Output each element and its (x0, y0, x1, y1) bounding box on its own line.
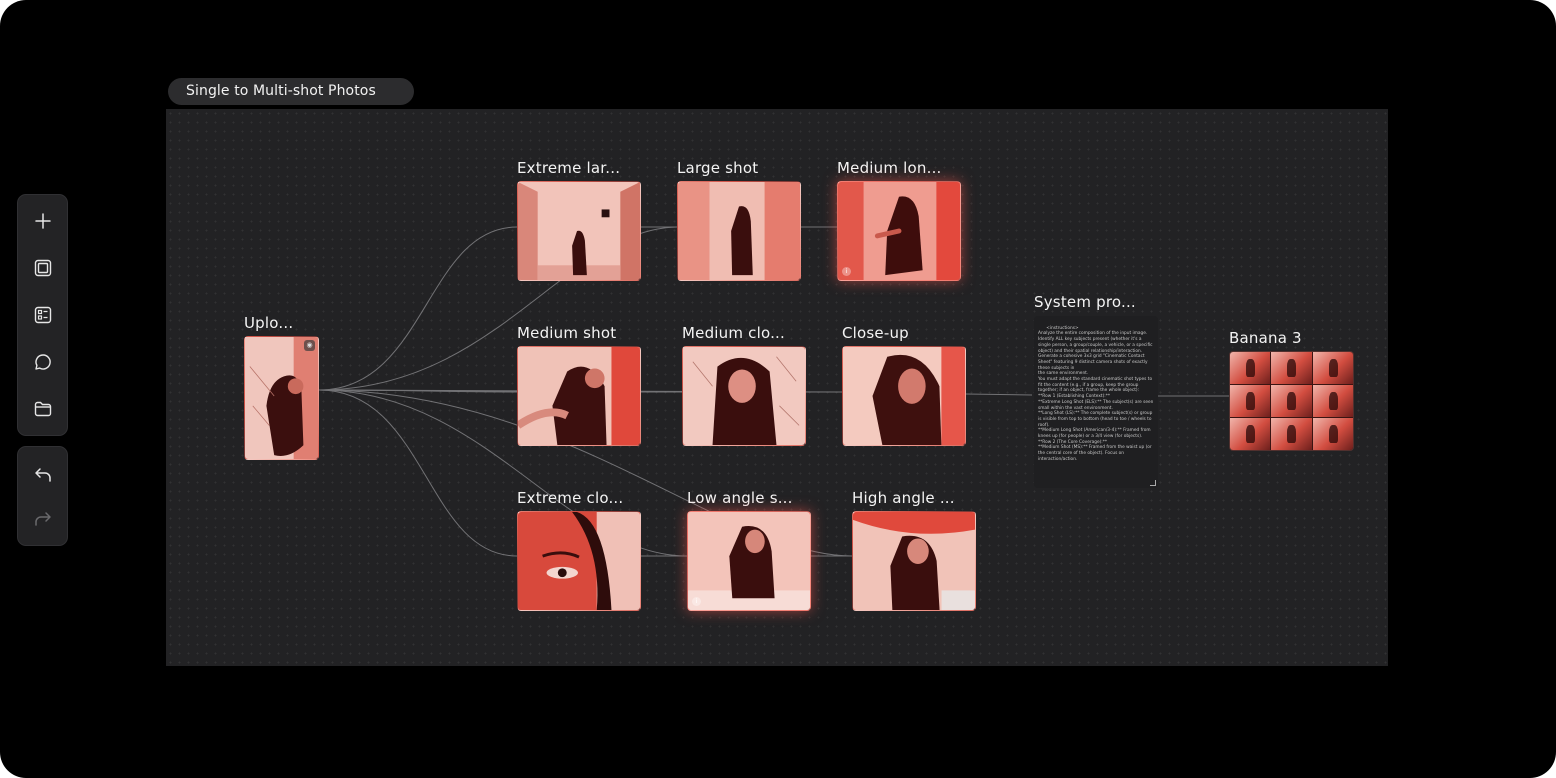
workflow-canvas[interactable]: Uplo... ◉ Extreme lar... Large shot Medi… (166, 109, 1388, 666)
node-toolbar (17, 194, 68, 436)
add-node-button[interactable] (30, 208, 56, 234)
undo-icon (35, 468, 51, 482)
photo-close-up (843, 347, 965, 445)
edge-close-up-system (965, 393, 1033, 396)
node-label-system-prompt: System pro... (1034, 293, 1136, 311)
medium-close-image[interactable] (682, 346, 806, 446)
contact-sheet-cell (1271, 385, 1312, 417)
node-label-medium-shot: Medium shot (517, 324, 617, 342)
photo-extreme-close (518, 512, 640, 610)
node-label-close-up: Close-up (842, 324, 909, 342)
extreme-large-image[interactable] (517, 181, 641, 281)
app-frame: Single to Multi-shot Photos Uplo... ◉ Ex… (0, 0, 1556, 778)
close-up-image[interactable] (842, 346, 966, 446)
comment-button[interactable] (30, 349, 56, 375)
node-label-output: Banana 3 (1229, 329, 1302, 347)
photo-medium-close (683, 347, 805, 445)
workflow-title[interactable]: Single to Multi-shot Photos (168, 78, 414, 105)
medium-long-image[interactable]: i (837, 181, 961, 281)
node-label-high-angle: High angle ... (852, 489, 955, 507)
history-toolbar (17, 446, 68, 546)
node-label-medium-close: Medium clo... (682, 324, 785, 342)
undo-button[interactable] (30, 462, 56, 488)
contact-sheet-cell (1312, 418, 1353, 450)
photo-medium-long (838, 182, 960, 280)
node-label-low-angle: Low angle s... (687, 489, 793, 507)
photo-low-angle (688, 512, 810, 610)
contact-sheet-cell (1230, 385, 1271, 417)
redo-icon (35, 512, 51, 526)
edge-upload-extreme-large (318, 226, 518, 391)
folder-icon (34, 401, 52, 417)
system-prompt-text[interactable]: <instructions> Analyze the entire compos… (1034, 316, 1158, 488)
large-shot-image[interactable] (677, 181, 801, 281)
photo-portrait (245, 337, 318, 459)
contact-sheet-cell (1312, 352, 1353, 384)
chat-bubble-icon (35, 354, 51, 370)
photo-high-angle (853, 512, 975, 610)
output-contact-sheet[interactable] (1229, 351, 1354, 451)
plus-icon (35, 213, 51, 229)
low-angle-image[interactable]: i (687, 511, 811, 611)
info-icon: i (692, 597, 701, 606)
contact-sheet-cell (1230, 418, 1271, 450)
medium-shot-image[interactable] (517, 346, 641, 446)
node-label-large-shot: Large shot (677, 159, 759, 177)
photo-wide (518, 182, 640, 280)
node-label-extreme-close: Extreme clo... (517, 489, 624, 507)
contact-sheet-cell (1271, 418, 1312, 450)
extreme-close-image[interactable] (517, 511, 641, 611)
node-label-medium-long: Medium lon... (837, 159, 942, 177)
node-label-extreme-large: Extreme lar... (517, 159, 621, 177)
edge-upload-extreme-close (318, 389, 518, 557)
photo-medium (518, 347, 640, 445)
frame-button[interactable] (30, 255, 56, 281)
contact-sheet-cell (1230, 352, 1271, 384)
folder-button[interactable] (30, 396, 56, 422)
upload-image[interactable]: ◉ (244, 336, 319, 460)
templates-button[interactable] (30, 302, 56, 328)
info-icon: i (842, 267, 851, 276)
photo-large (678, 182, 800, 280)
node-label-upload: Uplo... (244, 314, 294, 332)
high-angle-image[interactable] (852, 511, 976, 611)
redo-button[interactable] (30, 506, 56, 532)
contact-sheet-cell (1271, 352, 1312, 384)
system-prompt-content: <instructions> Analyze the entire compos… (1038, 325, 1154, 462)
resize-handle[interactable] (1150, 480, 1156, 486)
contact-sheet-cell (1312, 385, 1353, 417)
square-frame-icon (34, 259, 52, 277)
camera-icon: ◉ (304, 340, 315, 351)
list-layout-icon (34, 306, 52, 324)
